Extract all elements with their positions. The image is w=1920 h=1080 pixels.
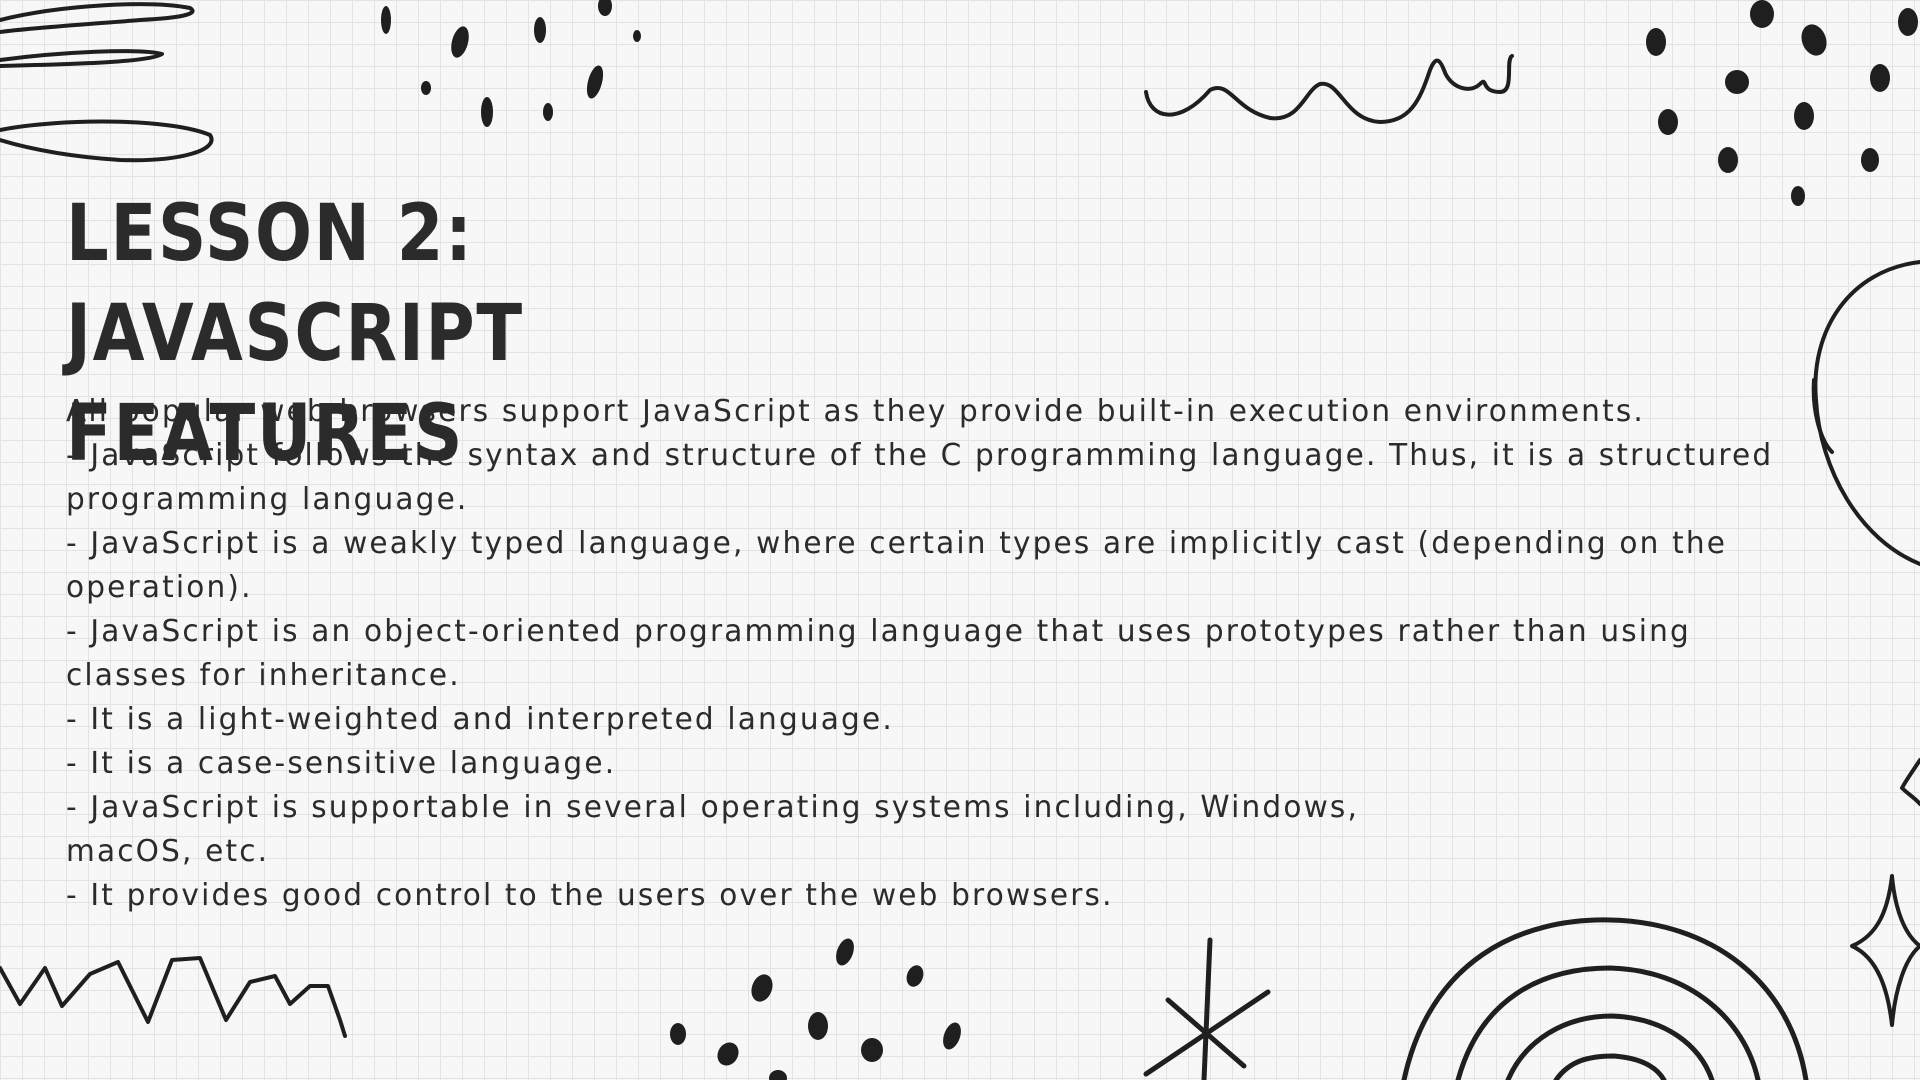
- ink-dots-bottom: [670, 938, 961, 1080]
- asterisk-star: [1143, 937, 1271, 1080]
- ink-dots-top: [381, 0, 641, 127]
- slide-body-text: All popular web browsers support JavaScr…: [66, 394, 1774, 913]
- sparkle-star: [1850, 874, 1920, 1027]
- circle-outline: [1811, 260, 1920, 566]
- zigzag-line: [0, 956, 347, 1038]
- sparkle-edge: [1900, 758, 1920, 806]
- scribble-loops: [0, 2, 214, 163]
- ink-dots-top-right: [1646, 0, 1918, 206]
- wavy-line: [1144, 54, 1514, 124]
- concentric-arcs: [1401, 917, 1809, 1080]
